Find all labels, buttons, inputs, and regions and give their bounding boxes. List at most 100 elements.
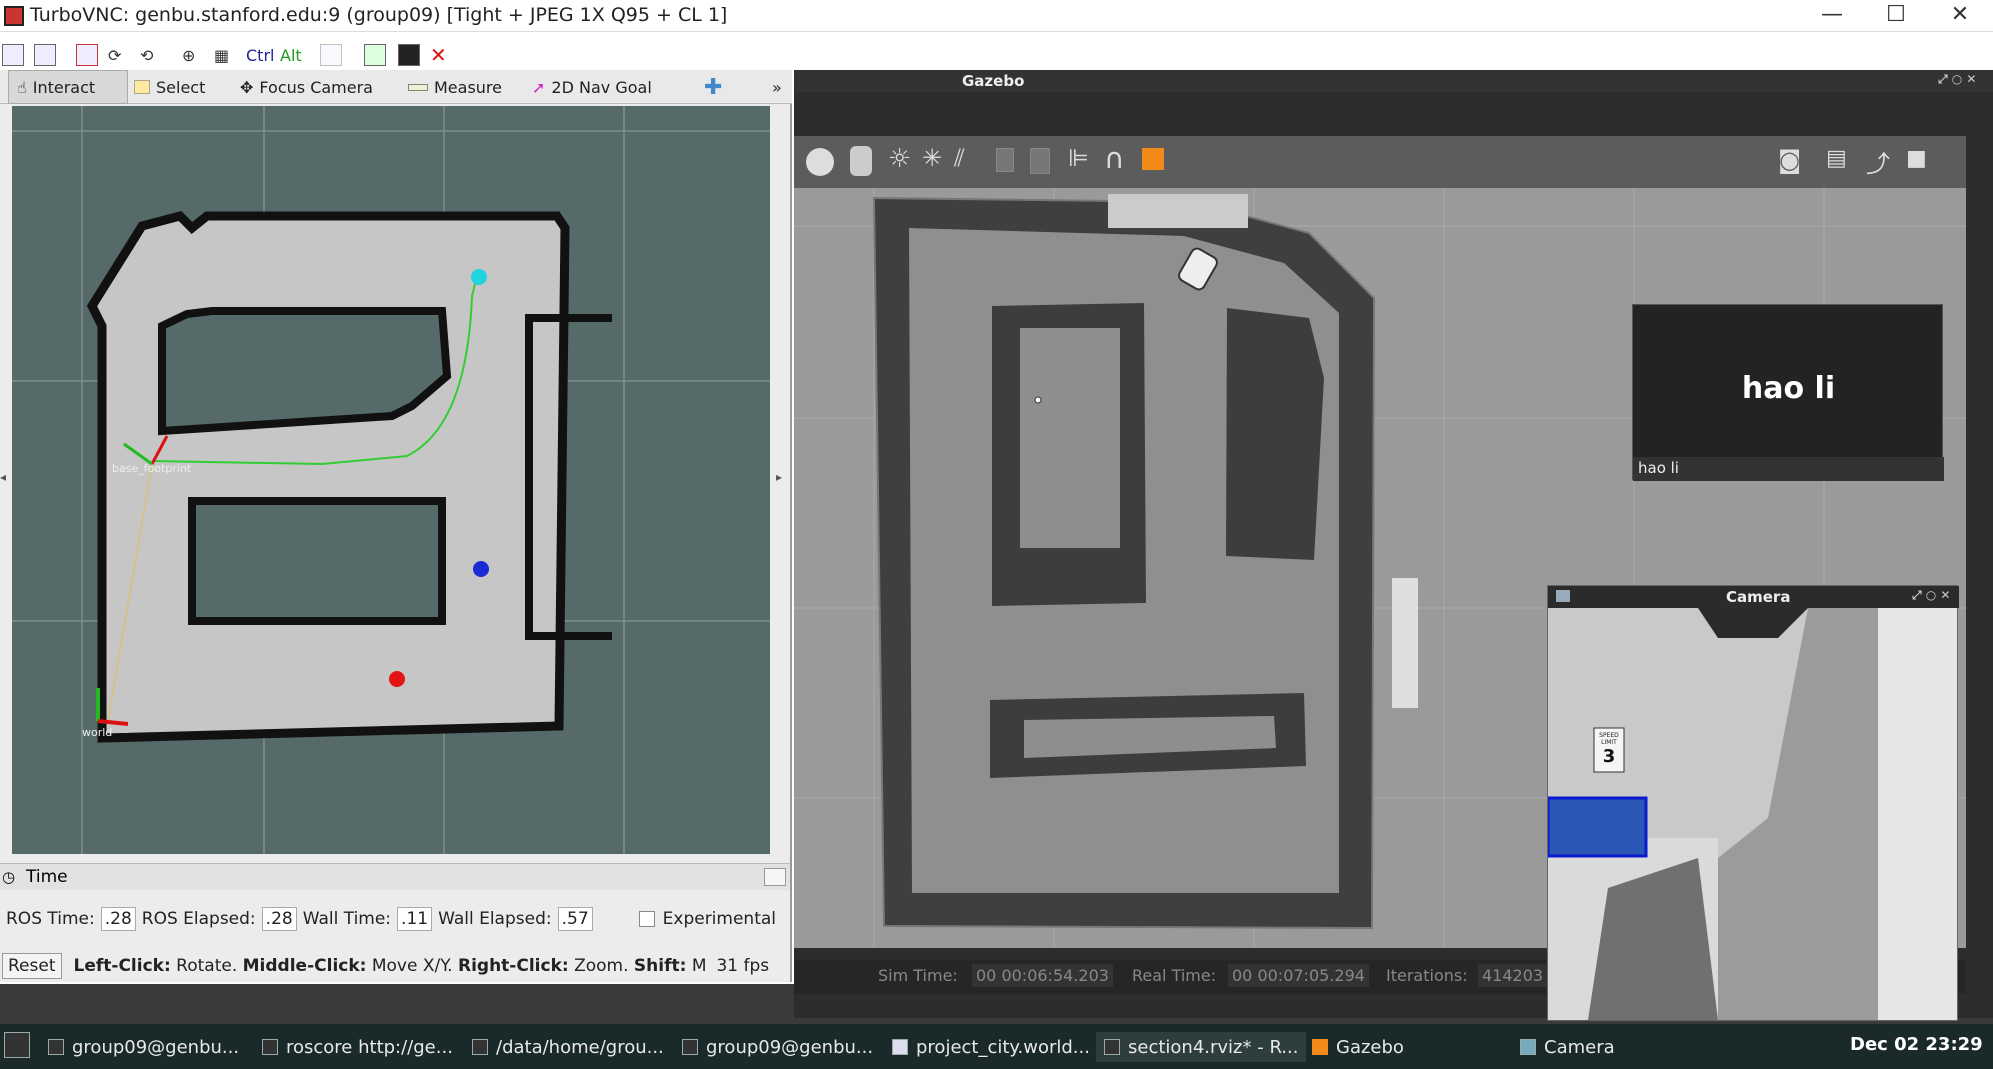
camera-window-controls[interactable]: ⤢ ○ ✕ (1912, 588, 1950, 603)
gazebo-window-controls[interactable]: ⤢ ○ ✕ (1938, 72, 1976, 87)
real-time-label: Real Time: (1132, 966, 1217, 985)
overflow-chevron[interactable]: » (772, 70, 782, 104)
arrow-icon: ➚ (532, 77, 546, 97)
task-terminal-data[interactable]: /data/home/grou... (472, 1032, 664, 1062)
car-thumbnail (1548, 796, 1648, 858)
task-roscore[interactable]: roscore http://ge... (262, 1032, 453, 1062)
refresh-icon[interactable]: ⟳ (108, 44, 121, 66)
cursor-icon: ☝ (17, 77, 27, 97)
fullscreen-icon[interactable] (76, 44, 98, 66)
time-panel-header: ◷ Time (0, 863, 790, 890)
camera-window-icon (1556, 590, 1570, 602)
sync-icon[interactable]: ⟲ (140, 44, 153, 66)
goal-marker-blue (473, 561, 489, 577)
help-m: M (691, 956, 707, 976)
paste-icon[interactable] (1030, 148, 1050, 174)
sun-icon[interactable]: ☼ (888, 144, 911, 174)
caption-name-small: hao li (1633, 457, 1944, 481)
task-rviz[interactable]: section4.rviz* - R... (1096, 1032, 1307, 1062)
occupancy-map (86, 210, 570, 743)
fps-counter: 31 fps (716, 956, 770, 976)
transfer-icon[interactable] (364, 44, 386, 66)
wall-time-label: Wall Time: (302, 909, 392, 929)
goal-marker-red (389, 671, 405, 687)
measure-tool[interactable]: Measure (408, 70, 502, 104)
options-icon[interactable] (2, 44, 24, 66)
camera-app-icon (1520, 1039, 1536, 1055)
wall-elapsed-label: Wall Elapsed: (438, 909, 552, 929)
disconnect-icon[interactable]: ✕ (430, 43, 447, 67)
help-zoom: Zoom. (574, 956, 629, 976)
terminal-icon (682, 1039, 698, 1055)
ros-time-field[interactable]: .28 (100, 907, 136, 931)
experimental-checkbox[interactable] (638, 911, 655, 927)
help-left-click: Left-Click: (73, 956, 171, 976)
nav-goal-tool[interactable]: ➚ 2D Nav Goal (532, 70, 652, 104)
base-footprint-label: base_footprint (112, 462, 192, 475)
task-terminal-2[interactable]: group09@genbu... (682, 1032, 873, 1062)
collapse-left-chevron[interactable]: ◂ (0, 470, 6, 484)
help-middle-click: Middle-Click: (242, 956, 367, 976)
gazebo-icon (1312, 1039, 1328, 1055)
zoom-icon[interactable]: ⊕ (182, 44, 195, 66)
wall-time-field[interactable]: .11 (397, 907, 433, 931)
keyboard-icon[interactable]: ▦ (214, 44, 229, 66)
interact-tool[interactable]: ☝ Interact (8, 70, 128, 104)
plot-icon[interactable]: ⤴ (1866, 144, 1890, 179)
camera-image (1548, 608, 1957, 1020)
world-frame-label: world (82, 726, 113, 739)
spotlight-icon[interactable]: ⫽ (954, 144, 965, 172)
info-icon[interactable] (34, 44, 56, 66)
desktop-icon[interactable] (4, 1032, 30, 1058)
cursor-marker (1034, 396, 1042, 404)
panel-undock-button[interactable] (764, 868, 786, 886)
turbovnc-icon (4, 6, 24, 26)
save-icon[interactable] (398, 44, 420, 66)
record-video-icon[interactable]: ■ (1906, 146, 1927, 171)
focus-icon: ✥ (240, 77, 254, 97)
close-button[interactable]: ✕ (1940, 2, 1980, 27)
select-tool[interactable]: Select (134, 70, 205, 104)
task-camera[interactable]: Camera (1520, 1032, 1615, 1062)
sim-time-label: Sim Time: (878, 966, 958, 985)
clipboard-icon[interactable] (320, 44, 342, 66)
minimize-button[interactable]: — (1812, 2, 1852, 27)
map-canvas (12, 106, 770, 854)
screenshot-icon[interactable]: ◙ (1778, 146, 1801, 174)
align-icon[interactable]: ⊫ (1068, 144, 1089, 172)
maximize-button[interactable]: ☐ (1876, 2, 1916, 27)
task-project-city[interactable]: project_city.world... (892, 1032, 1090, 1062)
add-tool-icon[interactable]: ✚ (704, 70, 722, 104)
ros-time-label: ROS Time: (6, 909, 95, 929)
caption-overlay: hao li hao li (1632, 304, 1944, 481)
focus-camera-tool[interactable]: ✥ Focus Camera (240, 70, 373, 104)
copy-icon[interactable] (996, 148, 1014, 172)
iterations-label: Iterations: (1386, 966, 1468, 985)
speed-sign-number: 3 (1602, 746, 1616, 767)
caption-name-large: hao li (1741, 371, 1836, 406)
wall-elapsed-field[interactable]: .57 (557, 907, 593, 931)
task-gazebo[interactable]: Gazebo (1312, 1032, 1404, 1062)
ros-elapsed-field[interactable]: .28 (261, 907, 297, 931)
snap-icon[interactable]: ∩ (1104, 142, 1125, 175)
ruler-icon (408, 83, 428, 91)
rviz-3d-view[interactable]: base_footprint world (12, 106, 770, 854)
sphere-icon[interactable] (806, 148, 834, 176)
task-terminal-1[interactable]: group09@genbu... (48, 1032, 239, 1062)
sim-time-value: 00 00:06:54.203 (972, 964, 1113, 987)
cylinder-icon[interactable] (850, 146, 872, 176)
alt-button[interactable]: Alt (280, 44, 302, 66)
help-move: Move X/Y. (371, 956, 453, 976)
time-panel-title: Time (26, 867, 68, 887)
experimental-label: Experimental (662, 909, 777, 929)
gazebo-title: Gazebo (962, 72, 1025, 90)
pointlight-icon[interactable]: ✳ (922, 144, 942, 172)
terminal-icon (262, 1039, 278, 1055)
collapse-right-chevron[interactable]: ▸ (776, 470, 782, 484)
goal-marker-cyan (471, 269, 487, 285)
reset-button[interactable]: Reset (2, 953, 62, 979)
log-icon[interactable]: ▤ (1826, 146, 1847, 171)
ctrl-button[interactable]: Ctrl (246, 44, 274, 66)
view-angle-icon[interactable] (1142, 148, 1164, 170)
vnc-window-titlebar: TurboVNC: genbu.stanford.edu:9 (group09)… (0, 0, 1993, 32)
